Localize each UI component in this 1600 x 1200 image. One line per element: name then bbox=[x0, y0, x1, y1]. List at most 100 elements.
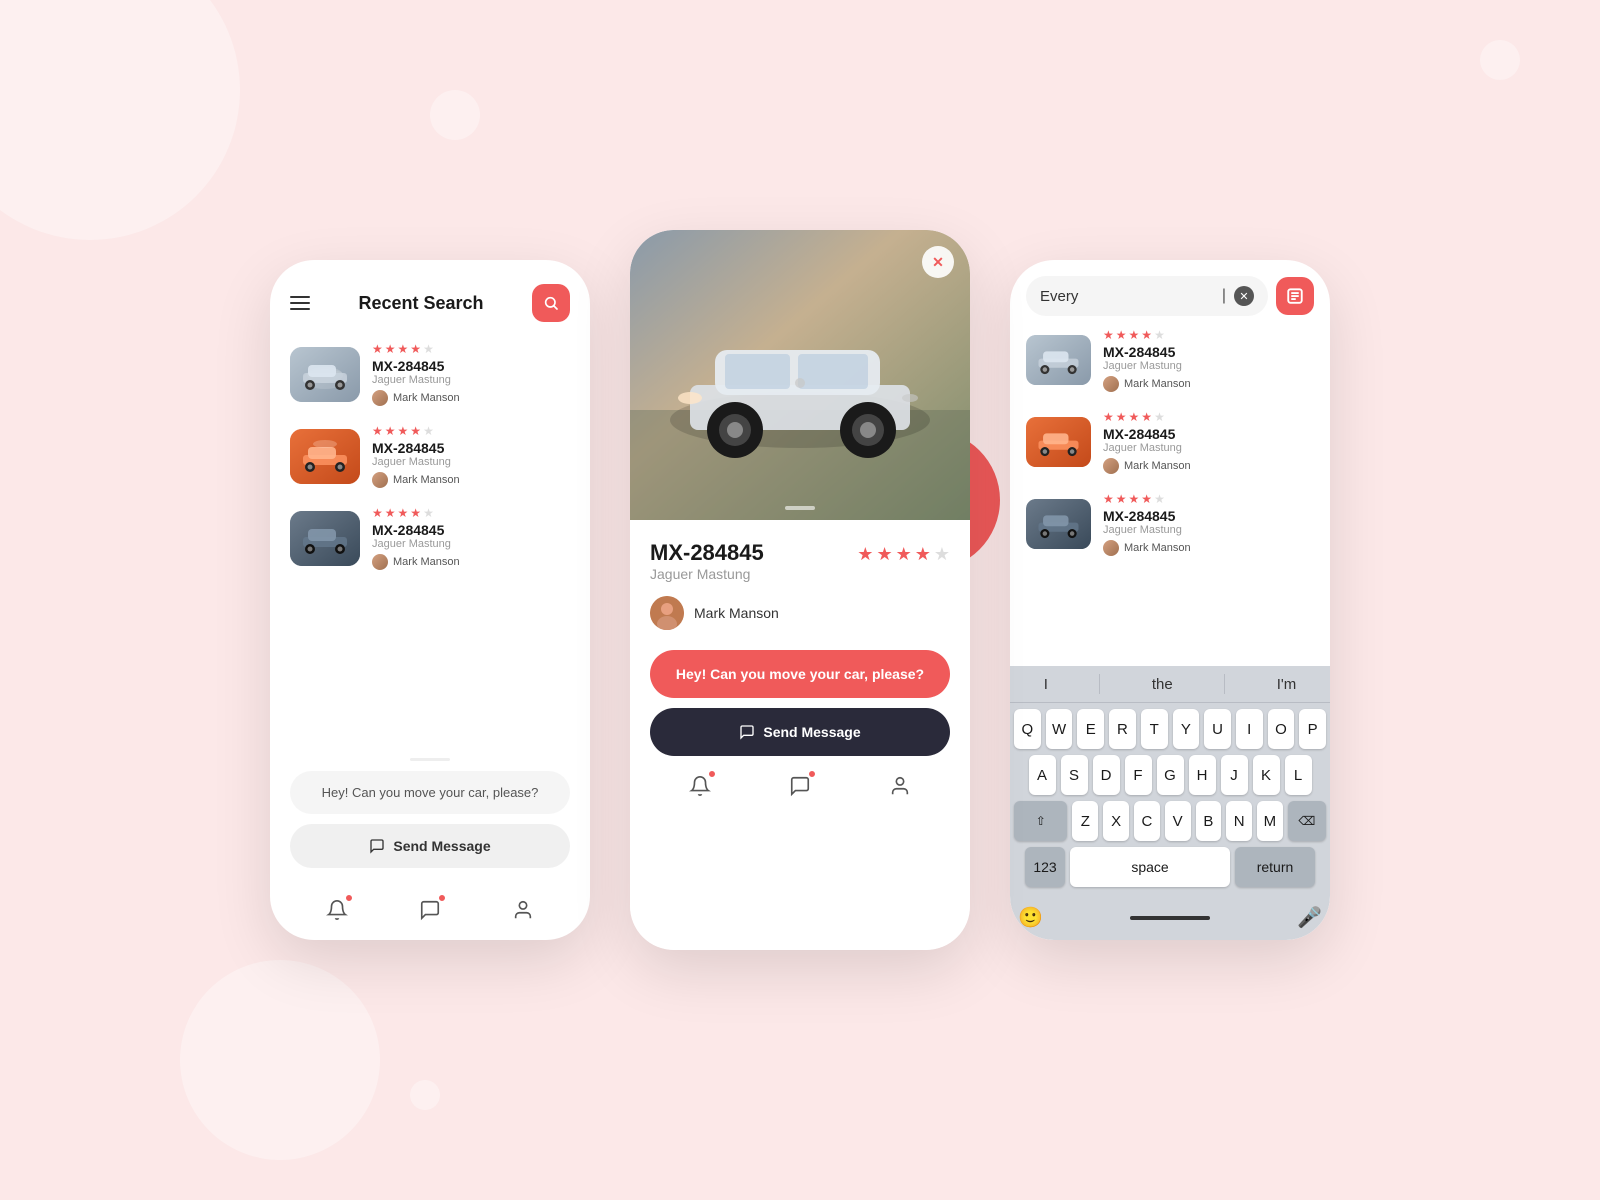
search-clear-button[interactable]: ✕ bbox=[1234, 286, 1254, 306]
nav2-profile[interactable] bbox=[886, 772, 914, 800]
move-car-button[interactable]: Hey! Can you move your car, please? bbox=[650, 650, 950, 698]
detail-car-subtitle: Jaguer Mastung bbox=[650, 566, 764, 582]
emoji-button[interactable]: 🙂 bbox=[1018, 905, 1043, 930]
key-z[interactable]: Z bbox=[1072, 801, 1098, 841]
send-message-detail-button[interactable]: Send Message bbox=[650, 708, 950, 756]
key-d[interactable]: D bbox=[1093, 755, 1120, 795]
detail-owner-avatar bbox=[650, 596, 684, 630]
car-subtitle-3: Jaguer Mastung bbox=[372, 538, 570, 550]
car-detail-info: MX-284845 Jaguer Mastung bbox=[650, 540, 764, 592]
phone3-car-thumb-2 bbox=[1026, 417, 1091, 467]
filter-button[interactable] bbox=[1276, 277, 1314, 315]
key-t[interactable]: T bbox=[1141, 709, 1168, 749]
hero-car-svg bbox=[630, 230, 970, 520]
car-owner-1: Mark Manson bbox=[372, 390, 570, 406]
key-n[interactable]: N bbox=[1226, 801, 1252, 841]
search-button[interactable] bbox=[532, 284, 570, 322]
detail-owner-name: Mark Manson bbox=[694, 605, 779, 621]
key-p[interactable]: P bbox=[1299, 709, 1326, 749]
return-key[interactable]: return bbox=[1235, 847, 1315, 887]
key-b[interactable]: B bbox=[1196, 801, 1222, 841]
key-i[interactable]: I bbox=[1236, 709, 1263, 749]
phone3-car-thumb-1 bbox=[1026, 335, 1091, 385]
nav-notification[interactable] bbox=[323, 896, 351, 924]
delete-key[interactable]: ⌫ bbox=[1288, 801, 1326, 841]
send-button-label: Send Message bbox=[393, 838, 490, 854]
suggestion-divider-2 bbox=[1224, 674, 1225, 694]
chat-badge bbox=[438, 894, 446, 902]
num-key[interactable]: 123 bbox=[1025, 847, 1065, 887]
bell-icon-2 bbox=[689, 775, 711, 797]
car-rating-1: ★ ★ ★ ★ ★ bbox=[372, 342, 570, 356]
phone3-car-item-2[interactable]: ★★★★★ MX-284845 Jaguer Mastung Mark Mans… bbox=[1026, 410, 1314, 474]
car-rating-3: ★ ★ ★ ★ ★ bbox=[372, 506, 570, 520]
owner-avatar-1 bbox=[372, 390, 388, 406]
key-c[interactable]: C bbox=[1134, 801, 1160, 841]
key-r[interactable]: R bbox=[1109, 709, 1136, 749]
p3-car-info-3: ★★★★★ MX-284845 Jaguer Mastung Mark Mans… bbox=[1103, 492, 1314, 556]
key-k[interactable]: K bbox=[1253, 755, 1280, 795]
p3-avatar-1 bbox=[1103, 376, 1119, 392]
key-e[interactable]: E bbox=[1077, 709, 1104, 749]
p3-rating-1: ★★★★★ bbox=[1103, 328, 1314, 342]
keyboard-emoji-row: 🙂 🎤 bbox=[1010, 899, 1330, 940]
p3-owner-2: Mark Manson bbox=[1103, 458, 1314, 474]
key-y[interactable]: Y bbox=[1173, 709, 1200, 749]
key-g[interactable]: G bbox=[1157, 755, 1184, 795]
phone-2-bottom-nav bbox=[650, 772, 950, 800]
key-o[interactable]: O bbox=[1268, 709, 1295, 749]
close-button[interactable]: ✕ bbox=[922, 246, 954, 278]
bg-circle-tr bbox=[1480, 40, 1520, 80]
car-owner-2: Mark Manson bbox=[372, 472, 570, 488]
space-key[interactable]: space bbox=[1070, 847, 1230, 887]
keyboard-key-rows: Q W E R T Y U I O P A S bbox=[1010, 703, 1330, 899]
bell-icon bbox=[326, 899, 348, 921]
key-v[interactable]: V bbox=[1165, 801, 1191, 841]
shift-key[interactable]: ⇧ bbox=[1014, 801, 1067, 841]
phone-3: Every | ✕ bbox=[1010, 260, 1330, 940]
keyboard-suggestions-row: I the I'm bbox=[1010, 666, 1330, 703]
cursor-indicator: | bbox=[1222, 287, 1226, 305]
key-l[interactable]: L bbox=[1285, 755, 1312, 795]
suggestion-the[interactable]: the bbox=[1144, 676, 1181, 693]
p3-car-img-3 bbox=[1026, 499, 1091, 549]
key-u[interactable]: U bbox=[1204, 709, 1231, 749]
key-f[interactable]: F bbox=[1125, 755, 1152, 795]
suggestion-i[interactable]: I bbox=[1036, 676, 1056, 693]
detail-owner-info: Mark Manson bbox=[650, 596, 950, 630]
car-list-item[interactable]: ★ ★ ★ ★ ★ MX-284845 Jaguer Mastung Mark … bbox=[290, 424, 570, 488]
message-icon bbox=[419, 899, 441, 921]
p3-car-img-2 bbox=[1026, 417, 1091, 467]
car-hero-image: ✕ bbox=[630, 230, 970, 520]
nav-chat[interactable] bbox=[416, 896, 444, 924]
car-rating-2: ★ ★ ★ ★ ★ bbox=[372, 424, 570, 438]
key-w[interactable]: W bbox=[1046, 709, 1073, 749]
key-h[interactable]: H bbox=[1189, 755, 1216, 795]
car-image-2 bbox=[290, 429, 360, 484]
key-s[interactable]: S bbox=[1061, 755, 1088, 795]
suggestion-im[interactable]: I'm bbox=[1269, 676, 1305, 693]
phone3-car-item-1[interactable]: ★★★★★ MX-284845 Jaguer Mastung Mark Mans… bbox=[1026, 328, 1314, 392]
car-list-item[interactable]: ★ ★ ★ ★ ★ MX-284845 Jaguer Mastung Mark … bbox=[290, 506, 570, 570]
key-q[interactable]: Q bbox=[1014, 709, 1041, 749]
p3-car-img-1 bbox=[1026, 335, 1091, 385]
keyboard: I the I'm Q W E R T Y U bbox=[1010, 666, 1330, 940]
dictation-button[interactable]: 🎤 bbox=[1297, 905, 1322, 930]
p3-owner-name-3: Mark Manson bbox=[1124, 542, 1191, 554]
nav-profile[interactable] bbox=[509, 896, 537, 924]
page-title: Recent Search bbox=[358, 293, 483, 314]
nav2-chat[interactable] bbox=[786, 772, 814, 800]
phone3-car-item-3[interactable]: ★★★★★ MX-284845 Jaguer Mastung Mark Mans… bbox=[1026, 492, 1314, 556]
send-message-button[interactable]: Send Message bbox=[290, 824, 570, 868]
car-list-item[interactable]: ★ ★ ★ ★ ★ MX-284845 Jaguer Mastung Mark … bbox=[290, 342, 570, 406]
key-a[interactable]: A bbox=[1029, 755, 1056, 795]
car-image-1 bbox=[290, 347, 360, 402]
key-m[interactable]: M bbox=[1257, 801, 1283, 841]
key-j[interactable]: J bbox=[1221, 755, 1248, 795]
phone-1: Recent Search bbox=[270, 260, 590, 940]
hamburger-menu-button[interactable] bbox=[290, 296, 310, 310]
key-x[interactable]: X bbox=[1103, 801, 1129, 841]
search-input-value[interactable]: Every bbox=[1040, 288, 1216, 305]
nav2-notification[interactable] bbox=[686, 772, 714, 800]
keyboard-row-2: A S D F G H J K L bbox=[1014, 755, 1326, 795]
